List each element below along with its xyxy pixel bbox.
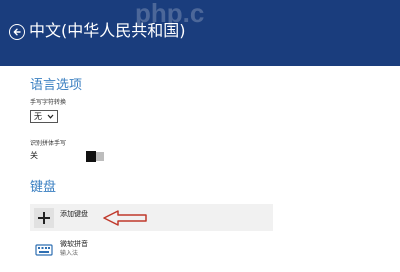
back-arrow-icon xyxy=(13,28,21,36)
add-keyboard-button[interactable] xyxy=(34,208,54,228)
ime-name: 微软拼音 xyxy=(60,240,88,248)
toggle-state: 关 xyxy=(30,151,38,160)
ime-keyboard-tile[interactable] xyxy=(34,240,54,260)
handwriting-label: 手写字符转换 xyxy=(30,99,67,106)
toggle-switch[interactable] xyxy=(86,151,96,162)
app-header: 中文(中华人民共和国) php.c xyxy=(0,0,400,66)
chevron-down-icon xyxy=(47,114,54,119)
handwriting-select-value: 无 xyxy=(34,112,42,121)
add-keyboard-label: 添加键盘 xyxy=(60,210,88,218)
watermark: php.c xyxy=(135,0,205,26)
keyboard-icon xyxy=(35,244,53,256)
language-options-heading: 语言选项 xyxy=(30,78,83,93)
keyboard-heading: 键盘 xyxy=(30,180,57,195)
back-button[interactable] xyxy=(9,24,25,40)
toggle-label: 识别拼体手写 xyxy=(30,140,67,147)
handwriting-select[interactable]: 无 xyxy=(30,110,58,123)
toggle-track[interactable] xyxy=(96,152,104,161)
annotation-arrow-icon xyxy=(103,210,147,226)
ime-subtitle: 输入法 xyxy=(60,250,79,257)
plus-icon xyxy=(38,212,50,224)
